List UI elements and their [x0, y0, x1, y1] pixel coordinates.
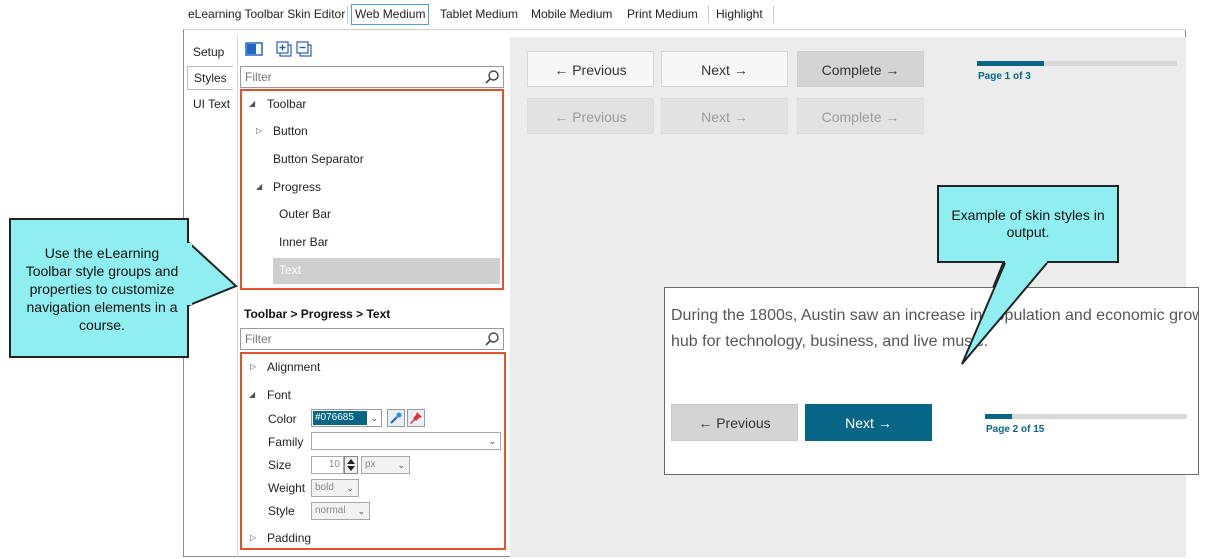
menu-print-medium[interactable]: Print Medium	[624, 4, 701, 25]
size-label: Size	[268, 458, 292, 472]
left-callout-text: Use the eLearning Toolbar style groups a…	[25, 245, 179, 333]
output-previous-button[interactable]: ← Previous	[671, 404, 798, 441]
output-body-text: During the 1800s, Austin saw an increase…	[671, 303, 1199, 355]
family-select[interactable]: ⌄	[311, 432, 501, 450]
right-callout-seam	[1005, 259, 1047, 265]
color-value: #076685	[313, 411, 367, 425]
expanded-caret-icon[interactable]: ◢	[249, 94, 255, 114]
style-filter-input[interactable]: Filter	[240, 66, 504, 88]
panel-divider	[237, 34, 238, 557]
size-stepper[interactable]	[344, 456, 358, 474]
eyedropper-icon	[390, 412, 402, 424]
property-filter-input[interactable]: Filter	[240, 328, 504, 350]
menu-separator	[773, 6, 774, 23]
add-style-icon[interactable]	[275, 40, 293, 58]
left-callout-seam	[186, 243, 192, 305]
chevron-down-icon: ⌄	[346, 483, 354, 493]
menu-separator	[708, 6, 709, 23]
search-icon	[485, 332, 499, 346]
breadcrumb: Toolbar > Progress > Text	[244, 307, 391, 321]
panel-view-icon[interactable]	[245, 40, 263, 58]
preview-next-disabled-button[interactable]: Next →	[661, 98, 788, 134]
menu-separator	[347, 6, 348, 23]
menu-tablet-medium[interactable]: Tablet Medium	[437, 4, 521, 25]
output-next-button[interactable]: Next →	[805, 404, 932, 441]
pin-icon	[410, 412, 422, 424]
output-line-2: hub for technology, business, and live m…	[671, 333, 989, 350]
output-example: During the 1800s, Austin saw an increase…	[664, 287, 1199, 475]
tree-item-text[interactable]: Text	[279, 260, 301, 280]
tree-item-inner-bar[interactable]: Inner Bar	[279, 232, 328, 252]
selected-row-highlight	[273, 258, 500, 284]
filter-placeholder: Filter	[245, 332, 272, 346]
tab-styles[interactable]: Styles	[187, 66, 233, 90]
menu-highlight[interactable]: Highlight	[713, 4, 766, 25]
menu-web-medium[interactable]: Web Medium	[351, 4, 430, 25]
tree-item-progress[interactable]: Progress	[273, 177, 321, 197]
collapsed-caret-icon[interactable]: ▷	[256, 121, 262, 141]
remove-style-icon[interactable]	[295, 40, 313, 58]
expanded-caret-icon[interactable]: ◢	[249, 385, 255, 405]
size-unit-select[interactable]: px ⌄	[361, 456, 410, 474]
output-progress-text: Page 2 of 15	[986, 424, 1045, 435]
preview-progress-inner-bar	[977, 61, 1044, 66]
pin-button[interactable]	[407, 409, 425, 427]
expanded-caret-icon[interactable]: ◢	[256, 177, 262, 197]
size-value: 10	[328, 459, 340, 470]
collapsed-caret-icon[interactable]: ▷	[250, 357, 256, 377]
group-padding[interactable]: Padding	[267, 528, 311, 548]
tree-item-toolbar[interactable]: Toolbar	[267, 94, 306, 114]
collapsed-caret-icon[interactable]: ▷	[250, 528, 256, 548]
preview-complete-disabled-button[interactable]: Complete →	[797, 98, 924, 134]
color-label: Color	[268, 412, 297, 426]
output-progress-outer-bar	[985, 414, 1187, 419]
weight-value: bold	[315, 482, 334, 493]
tab-setup[interactable]: Setup	[187, 40, 233, 64]
output-progress-inner-bar	[985, 414, 1012, 419]
color-picker[interactable]: #076685 ⌄	[311, 409, 382, 427]
tab-ui-text[interactable]: UI Text	[187, 92, 233, 116]
chevron-down-icon: ⌄	[488, 436, 496, 446]
size-unit-value: px	[365, 459, 376, 470]
group-alignment[interactable]: Alignment	[267, 357, 320, 377]
menu-bar: eLearning Toolbar Skin Editor Web Medium…	[183, 0, 1186, 30]
family-label: Family	[268, 435, 304, 449]
right-callout-text: Example of skin styles in output.	[951, 207, 1105, 240]
eyedropper-button[interactable]	[387, 409, 405, 427]
chevron-down-icon: ⌄	[357, 506, 365, 516]
preview-previous-disabled-button[interactable]: ← Previous	[527, 98, 654, 134]
preview-next-button[interactable]: Next →	[661, 51, 788, 87]
chevron-down-icon: ⌄	[397, 460, 405, 470]
style-value: normal	[315, 505, 346, 516]
tree-item-button[interactable]: Button	[273, 121, 308, 141]
size-input[interactable]: 10	[311, 456, 344, 474]
output-line-1: During the 1800s, Austin saw an increase…	[671, 307, 1199, 324]
preview-progress-outer-bar	[977, 61, 1177, 66]
menu-mobile-medium[interactable]: Mobile Medium	[528, 4, 615, 25]
style-label: Style	[268, 504, 295, 518]
preview-previous-button[interactable]: ← Previous	[527, 51, 654, 87]
filter-placeholder: Filter	[245, 70, 272, 84]
style-select[interactable]: normal ⌄	[311, 502, 370, 520]
group-font[interactable]: Font	[267, 385, 291, 405]
menu-skin-editor[interactable]: eLearning Toolbar Skin Editor	[185, 4, 348, 25]
preview-progress-text: Page 1 of 3	[978, 71, 1031, 82]
weight-select[interactable]: bold ⌄	[311, 479, 359, 497]
tree-item-button-separator[interactable]: Button Separator	[273, 149, 364, 169]
tree-item-outer-bar[interactable]: Outer Bar	[279, 204, 331, 224]
chevron-down-icon: ⌄	[370, 413, 378, 423]
preview-complete-button[interactable]: Complete →	[797, 51, 924, 87]
stepper-arrows-icon	[347, 459, 355, 471]
weight-label: Weight	[268, 481, 306, 495]
search-icon	[485, 70, 499, 84]
properties-highlight	[240, 352, 506, 550]
